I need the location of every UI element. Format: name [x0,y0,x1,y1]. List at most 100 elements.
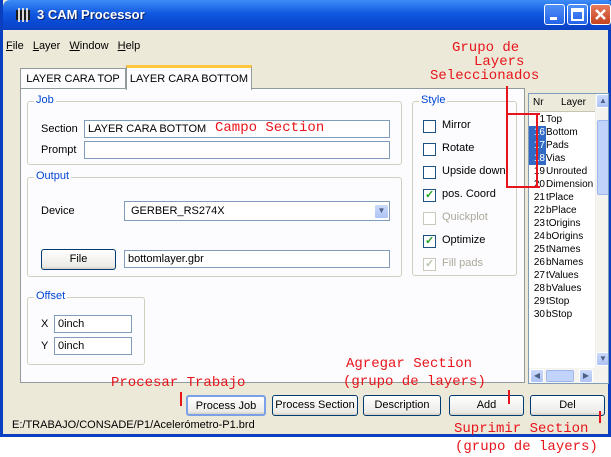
layer-list[interactable]: Nr Layer 1Top 16Bottom 17Pads 18Vias 19U… [528,93,609,384]
annotation-grupo-line3: Seleccionados [430,68,540,84]
layer-name: tPlace [546,192,574,203]
menu-help[interactable]: Help [118,40,141,52]
layer-name: Pads [546,140,569,151]
layer-nr: 30 [533,309,545,320]
annotation-suprimir-line [599,411,601,423]
chevron-down-icon[interactable]: ▼ [374,204,389,219]
scroll-right-icon[interactable]: ▶ [579,369,593,383]
device-select[interactable]: GERBER_RS274X ▼ [124,201,390,221]
description-button[interactable]: Description [363,395,441,416]
checkmark-icon: ✓ [425,189,435,201]
offset-x-input[interactable]: 0inch [54,315,132,333]
layer-nr: 22 [533,205,545,216]
layer-list-horizontal-scrollbar[interactable]: ◀ ▶ [529,368,608,383]
optimize-label: Optimize [442,234,486,246]
mirror-label: Mirror [442,119,471,131]
layer-row[interactable]: 30bStop [529,308,595,321]
prompt-input[interactable] [84,141,390,159]
layer-name: Unrouted [546,166,588,177]
layer-row[interactable]: 22bPlace [529,204,595,217]
tab-layer-cara-top[interactable]: LAYER CARA TOP [20,68,126,90]
layer-nr: 28 [533,283,545,294]
app-icon [16,8,30,22]
file-button[interactable]: File [41,249,116,270]
layer-name: Dimension [546,179,594,190]
annotation-bracket-bottom [506,186,540,188]
layer-row[interactable]: 29tStop [529,295,595,308]
process-section-button[interactable]: Process Section [272,395,358,416]
job-group-label: Job [34,94,56,106]
annotation-campo-section: Campo Section [215,120,325,136]
title-bar[interactable]: 3 CAM Processor [3,0,611,30]
annotation-suprimir-line1: Suprimir Section [454,421,589,437]
layer-name: bOrigins [546,231,584,242]
quickplot-label: Quickplot [442,211,488,223]
offset-y-input[interactable]: 0inch [54,337,132,355]
del-button[interactable]: Del [530,395,605,416]
layer-row[interactable]: 28bValues [529,282,595,295]
file-input[interactable]: bottomlayer.gbr [124,250,390,268]
maximize-icon [571,8,584,21]
tab-layer-cara-bottom[interactable]: LAYER CARA BOTTOM [126,65,252,90]
layer-name: Vias [546,153,566,164]
optimize-checkbox[interactable]: ✓ [423,235,436,248]
offset-group-label: Offset [34,290,68,302]
layer-row[interactable]: 23tOrigins [529,217,595,230]
layer-row[interactable]: 18Vias [529,152,595,165]
annotation-suprimir-line2: (grupo de layers) [455,439,598,455]
layer-name: bPlace [546,205,577,216]
layer-row[interactable]: 17Pads [529,139,595,152]
menu-layer[interactable]: Layer [33,40,61,52]
upside-down-checkbox[interactable] [423,166,436,179]
header-layer: Layer [561,97,587,108]
device-value: GERBER_RS274X [131,205,225,217]
layer-row[interactable]: 24bOrigins [529,230,595,243]
device-label: Device [41,205,75,217]
menu-file[interactable]: File [6,40,24,52]
annotation-bracket-right [536,113,538,188]
offset-x-label: X [41,318,49,330]
mirror-checkbox[interactable] [423,120,436,133]
minimize-button[interactable] [544,4,565,25]
scroll-thumb[interactable] [597,120,608,195]
prompt-label: Prompt [41,144,77,156]
process-job-button[interactable]: Process Job [186,395,266,416]
annotation-procesar-trabajo: Procesar Trabajo [111,375,246,391]
upside-down-label: Upside down [442,165,506,177]
fill-pads-label: Fill pads [442,257,483,269]
layer-nr: 29 [533,296,545,307]
annotation-bracket-vertical [506,86,508,188]
layer-row[interactable]: 20Dimension [529,178,595,191]
layer-name: bValues [546,283,582,294]
layer-nr: 24 [533,231,545,242]
layer-nr: 25 [533,244,545,255]
pos-coord-checkbox[interactable]: ✓ [423,189,436,202]
close-button[interactable] [590,4,611,25]
layer-row[interactable]: 19Unrouted [529,165,595,178]
output-group-label: Output [34,170,72,182]
menu-window[interactable]: Window [69,40,108,52]
header-nr: Nr [533,97,544,108]
layer-list-header: Nr Layer [529,94,595,112]
style-group-label: Style [419,94,448,106]
scroll-up-icon[interactable]: ▲ [596,94,608,108]
close-icon [595,9,606,20]
fill-pads-checkbox: ✓ [423,258,436,271]
add-button[interactable]: Add [449,395,524,416]
maximize-button[interactable] [567,4,588,25]
rotate-checkbox[interactable] [423,143,436,156]
scroll-left-icon[interactable]: ◀ [530,369,544,383]
annotation-agregar-line2: (grupo de layers) [343,374,486,390]
layer-row[interactable]: 16Bottom [529,126,595,139]
layer-name: bNames [546,257,584,268]
layer-row[interactable]: 27tValues [529,269,595,282]
layer-name: tStop [546,296,570,307]
layer-row[interactable]: 25tNames [529,243,595,256]
layer-name: tValues [546,270,579,281]
hscroll-thumb[interactable] [546,370,574,382]
layer-row[interactable]: 26bNames [529,256,595,269]
scroll-down-icon[interactable]: ▼ [596,352,608,366]
layer-nr: 26 [533,257,545,268]
layer-row[interactable]: 21tPlace [529,191,595,204]
layer-list-vertical-scrollbar[interactable]: ▲ ▼ [595,94,608,368]
